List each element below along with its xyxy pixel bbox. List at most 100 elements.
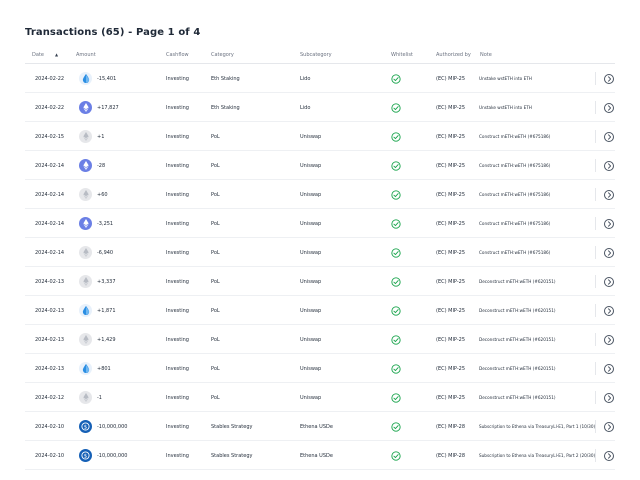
whitelist-cell [391,64,401,93]
check-circle-icon [391,450,401,461]
table-row[interactable]: 2024-02-22 -15,401 Investing Eth Staking Lid… [25,64,615,93]
ldo-drop-icon [79,362,92,375]
table-row[interactable]: 2024-02-10 $ -10,000,000 Investing Stables S… [25,441,615,470]
table-row[interactable]: 2024-02-13 +1,429 Investing PoL Uniswap (EC) … [25,325,615,354]
amount-cell: -6,940 [79,238,113,267]
table-row[interactable]: 2024-02-13 +1,871 Investing PoL Uniswap (EC) … [25,296,615,325]
eth-icon [79,217,92,230]
amount-cell: -3,251 [79,209,113,238]
table-body: 2024-02-22 -15,401 Investing Eth Staking Lid… [25,64,615,470]
note-cell: Subscription to Ethena via TreasuryLl-E1… [479,424,596,429]
table-row[interactable]: 2024-02-15 +1 Investing PoL Uniswap (EC) MIP-… [25,122,615,151]
amount-value: -10,000,000 [97,452,128,459]
divider [595,130,596,143]
note-cell: Construct mETH:wETH (#675186) [479,192,551,197]
chevron-right-icon[interactable] [604,334,614,345]
amount-value: +17,827 [97,104,119,111]
check-circle-icon [391,131,401,142]
page-title: Transactions (65) - Page 1 of 4 [25,27,201,38]
date-cell: 2024-02-13 [35,307,65,314]
chevron-right-icon[interactable] [604,218,614,229]
table-row[interactable]: 2024-02-14 -6,940 Investing PoL Uniswap (EC) … [25,238,615,267]
column-header-amount[interactable]: Amount [76,52,96,58]
chevron-right-icon[interactable] [604,421,614,432]
eth-grey-icon [79,391,92,404]
subcategory-cell: Uniswap [300,249,322,256]
table-row[interactable]: 2024-02-12 -1 Investing PoL Uniswap (EC) MIP-… [25,383,615,412]
chevron-right-icon[interactable] [604,276,614,287]
check-circle-icon [391,247,401,258]
cashflow-cell: Investing [166,249,189,256]
amount-value: -28 [97,162,106,169]
eth-icon [79,101,92,114]
column-header-authorized-by[interactable]: Authorized by [436,52,471,58]
check-circle-icon [391,218,401,229]
check-circle-icon [391,363,401,374]
divider [595,246,596,259]
chevron-right-icon[interactable] [604,247,614,258]
check-circle-icon [391,73,401,84]
subcategory-cell: Lido [300,104,311,111]
table-row[interactable]: 2024-02-13 +801 Investing PoL Uniswap (EC) MI… [25,354,615,383]
column-header-cashflow[interactable]: Cashflow [166,52,189,58]
chevron-right-icon[interactable] [604,189,614,200]
chevron-right-icon[interactable] [604,305,614,316]
amount-cell: +1,871 [79,296,116,325]
date-cell: 2024-02-14 [35,220,65,227]
divider [595,420,596,433]
category-cell: Stables Strategy [211,423,253,430]
date-cell: 2024-02-14 [35,162,65,169]
date-cell: 2024-02-22 [35,104,65,111]
cashflow-cell: Investing [166,191,189,198]
amount-value: -15,401 [97,75,117,82]
amount-cell: -28 [79,151,105,180]
row-action-cell [595,441,614,470]
chevron-right-icon[interactable] [604,392,614,403]
subcategory-cell: Ethena USDe [300,452,333,459]
whitelist-cell [391,354,401,383]
column-header-subcategory[interactable]: Subcategory [300,52,332,58]
column-header-note[interactable]: Note [480,52,492,58]
chevron-right-icon[interactable] [604,102,614,113]
chevron-right-icon[interactable] [604,450,614,461]
column-header-whitelist[interactable]: Whitelist [391,52,413,58]
sort-ascending-icon[interactable]: ▲ [55,52,58,57]
column-header-date[interactable]: Date ▲ [32,52,58,58]
eth-grey-icon [79,246,92,259]
whitelist-cell [391,238,401,267]
note-cell: Deconstruct mETH:wETH (#620151) [479,279,556,284]
subcategory-cell: Lido [300,75,311,82]
transactions-page: Transactions (65) - Page 1 of 4 Date ▲ Am… [0,0,640,480]
chevron-right-icon[interactable] [604,131,614,142]
chevron-right-icon[interactable] [604,73,614,84]
amount-cell: -1 [79,383,102,412]
cashflow-cell: Investing [166,452,189,459]
note-cell: Unstake wstETH into ETH [479,105,532,110]
table-row[interactable]: 2024-02-14 +60 Investing PoL Uniswap (EC) MIP… [25,180,615,209]
table-row[interactable]: 2024-02-10 $ -10,000,000 Investing Stables S… [25,412,615,441]
authorized-by-cell: (EC) MIP-28 [436,452,466,459]
chevron-right-icon[interactable] [604,363,614,374]
ldo-drop-icon [79,304,92,317]
table-row[interactable]: 2024-02-14 -3,251 Investing PoL Uniswap (EC) … [25,209,615,238]
chevron-right-icon[interactable] [604,160,614,171]
amount-cell: -15,401 [79,64,116,93]
whitelist-cell [391,180,401,209]
whitelist-cell [391,296,401,325]
note-cell: Construct mETH:wETH (#675186) [479,221,551,226]
cashflow-cell: Investing [166,336,189,343]
category-cell: PoL [211,307,220,314]
check-circle-icon [391,392,401,403]
cashflow-cell: Investing [166,133,189,140]
column-header-category[interactable]: Category [211,52,234,58]
table-row[interactable]: 2024-02-13 +3,337 Investing PoL Uniswap (EC) … [25,267,615,296]
subcategory-cell: Ethena USDe [300,423,333,430]
check-circle-icon [391,334,401,345]
amount-cell: $ -10,000,000 [79,441,127,470]
divider [595,304,596,317]
date-cell: 2024-02-13 [35,278,65,285]
note-cell: Construct mETH:wETH (#675186) [479,250,551,255]
authorized-by-cell: (EC) MIP-25 [436,133,466,140]
table-row[interactable]: 2024-02-14 -28 Investing PoL Uniswap (EC) MIP… [25,151,615,180]
table-row[interactable]: 2024-02-22 +17,827 Investing Eth Staking Lid… [25,93,615,122]
